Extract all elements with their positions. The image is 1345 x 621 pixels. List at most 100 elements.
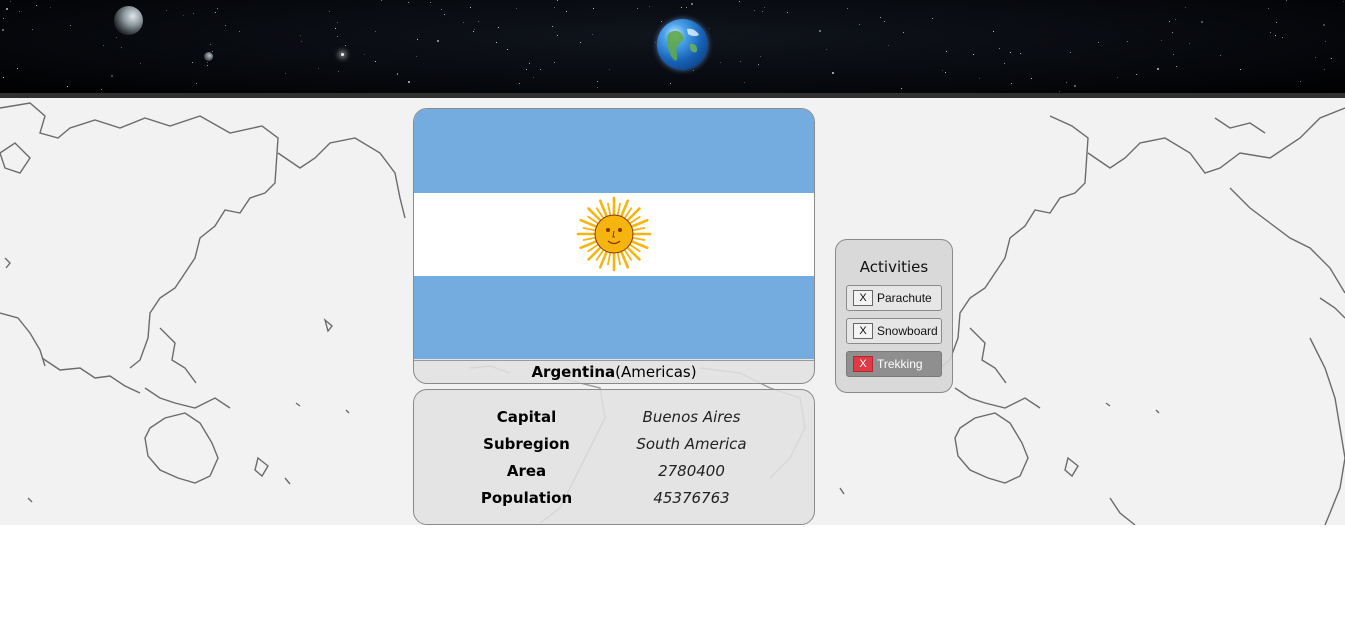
star [901,88,902,89]
star [70,25,71,26]
star [318,68,319,69]
star [1276,22,1277,23]
star [592,34,593,35]
star [758,64,759,65]
star [225,25,226,26]
star [649,6,650,7]
star [1240,69,1241,70]
star [516,8,517,9]
star [1268,8,1269,9]
star [533,77,534,78]
detail-row-subregion: Subregion South America [414,435,814,462]
star [416,56,417,57]
star [1185,7,1186,8]
star [526,69,527,70]
star [364,54,365,55]
star [740,61,741,62]
activity-chip-parachute[interactable]: X Parachute [846,285,942,311]
star [3,77,4,78]
detail-value: South America [636,435,747,453]
country-name: Argentina [531,363,616,381]
star [1323,24,1325,26]
star [1059,91,1060,92]
star [67,86,68,87]
star [670,83,671,84]
remove-activity-button[interactable]: X [853,356,873,372]
star [1020,53,1021,54]
detail-label: Subregion [483,435,570,453]
star [819,30,821,32]
star [32,29,33,30]
star [1098,42,1099,43]
star [3,18,4,19]
star [1315,57,1316,58]
star [1282,37,1283,38]
activity-chip-trekking[interactable]: X Trekking [846,351,942,377]
star [554,62,555,63]
star [1066,82,1067,83]
star [36,5,37,6]
activity-chip-snowboard[interactable]: X Snowboard [846,318,942,344]
star [720,62,721,63]
star [101,89,102,90]
star [1176,66,1177,67]
star [554,7,555,8]
star [540,69,541,70]
star [787,12,788,13]
detail-row-capital: Capital Buenos Aires [414,408,814,435]
star [1300,81,1301,82]
star [1220,55,1221,56]
small-planet-icon [204,52,213,61]
star [473,31,474,32]
star [335,28,336,29]
star [329,11,330,12]
detail-label: Capital [496,408,557,426]
star [121,47,122,48]
remove-activity-button[interactable]: X [853,290,873,306]
star [111,75,113,77]
star [888,45,889,46]
remove-activity-button[interactable]: X [853,323,873,339]
star [946,51,947,52]
star [116,37,117,38]
star [1010,52,1011,53]
star [215,12,216,13]
star [762,11,763,12]
country-details-card: Capital Buenos Aires Subregion South Ame… [413,389,815,525]
star [1201,21,1203,23]
star [17,68,18,69]
star [999,48,1000,49]
star [993,31,994,32]
star [1275,35,1276,36]
activities-panel: Activities X Parachute X Snowboard X Tre… [835,239,953,393]
star [207,62,208,63]
star [686,7,687,8]
star [1117,77,1118,78]
star [239,31,240,32]
star [397,74,398,75]
star [10,1,11,2]
star [529,63,530,64]
activity-label: Snowboard [877,324,938,338]
star [597,81,598,82]
moon-icon [114,6,143,35]
star [1324,69,1325,70]
globe-icon[interactable] [657,19,708,70]
star [597,87,598,88]
star [609,69,610,70]
detail-row-area: Area 2780400 [414,462,814,489]
star [19,11,20,12]
star [301,41,302,42]
star [338,71,339,72]
activities-title: Activities [859,258,929,276]
star [681,7,682,8]
star [478,21,479,22]
star [140,63,141,64]
activity-label: Trekking [877,357,923,371]
star [1189,43,1190,44]
detail-label: Population [480,489,573,507]
star [1074,85,1076,87]
star [979,78,980,79]
country-region: (Americas) [615,363,697,381]
star [474,29,475,30]
